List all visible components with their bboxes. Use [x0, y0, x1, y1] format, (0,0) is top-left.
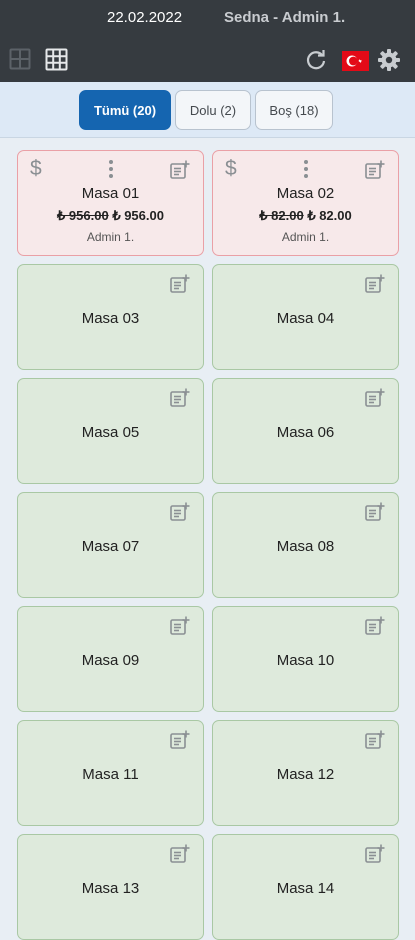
- table-name: Masa 05: [81, 424, 140, 441]
- table-amount: ₺ 82.00 ₺ 82.00: [213, 208, 398, 224]
- filter-occupied-button[interactable]: Dolu (2): [175, 90, 251, 130]
- table-card[interactable]: Masa 01 $ ₺ 956.00 ₺ 956.00 Admin 1.: [17, 150, 204, 256]
- filter-bar: Tümü (20) Dolu (2) Boş (18): [0, 82, 415, 138]
- table-card[interactable]: Masa 07: [17, 492, 204, 598]
- table-card[interactable]: Masa 04: [212, 264, 399, 370]
- add-note-icon[interactable]: [170, 730, 190, 750]
- table-name: Masa 07: [81, 538, 140, 555]
- table-card[interactable]: Masa 10: [212, 606, 399, 712]
- gear-icon[interactable]: [377, 48, 401, 72]
- table-name: Masa 11: [82, 766, 139, 783]
- filter-empty-button[interactable]: Boş (18): [255, 90, 333, 130]
- add-note-icon[interactable]: [170, 616, 190, 636]
- table-name: Masa 14: [276, 880, 335, 897]
- dollar-icon[interactable]: $: [225, 157, 237, 181]
- add-note-icon[interactable]: [170, 844, 190, 864]
- table-name: Masa 08: [276, 538, 335, 555]
- table-card[interactable]: Masa 06: [212, 378, 399, 484]
- add-note-icon[interactable]: [170, 274, 190, 294]
- original-amount: ₺ 956.00: [57, 208, 109, 223]
- add-note-icon[interactable]: [170, 388, 190, 408]
- table-name: Masa 06: [276, 424, 335, 441]
- waiter-name: Admin 1.: [281, 230, 330, 244]
- table-card[interactable]: Masa 12: [212, 720, 399, 826]
- table-name: Masa 10: [276, 652, 335, 669]
- more-options-icon[interactable]: [102, 159, 120, 179]
- table-card[interactable]: Masa 05: [17, 378, 204, 484]
- grid-3x3-icon[interactable]: [45, 48, 68, 71]
- table-card[interactable]: Masa 13: [17, 834, 204, 940]
- table-card[interactable]: Masa 11: [17, 720, 204, 826]
- table-card[interactable]: Masa 02 $ ₺ 82.00 ₺ 82.00 Admin 1.: [212, 150, 399, 256]
- add-note-icon[interactable]: [365, 730, 385, 750]
- table-card[interactable]: Masa 08: [212, 492, 399, 598]
- table-amount: ₺ 956.00 ₺ 956.00: [18, 208, 203, 224]
- dollar-icon[interactable]: $: [30, 157, 42, 181]
- current-amount: ₺ 956.00: [112, 208, 164, 223]
- table-name: Masa 01: [81, 185, 140, 202]
- table-name: Masa 02: [276, 185, 335, 202]
- user-label: Sedna - Admin 1.: [224, 9, 346, 26]
- current-amount: ₺ 82.00: [307, 208, 352, 223]
- add-note-icon[interactable]: [365, 844, 385, 864]
- add-note-icon[interactable]: [170, 160, 190, 180]
- add-note-icon[interactable]: [365, 160, 385, 180]
- waiter-name: Admin 1.: [86, 230, 135, 244]
- add-note-icon[interactable]: [170, 502, 190, 522]
- table-name: Masa 04: [276, 310, 335, 327]
- original-amount: ₺ 82.00: [259, 208, 304, 223]
- date-label: 22.02.2022: [107, 9, 183, 26]
- table-name: Masa 13: [81, 880, 140, 897]
- table-name: Masa 12: [276, 766, 335, 783]
- table-name: Masa 09: [81, 652, 140, 669]
- more-options-icon[interactable]: [297, 159, 315, 179]
- add-note-icon[interactable]: [365, 502, 385, 522]
- table-card[interactable]: Masa 03: [17, 264, 204, 370]
- table-name: Masa 03: [81, 310, 140, 327]
- filter-all-button[interactable]: Tümü (20): [79, 90, 171, 130]
- add-note-icon[interactable]: [365, 616, 385, 636]
- refresh-icon[interactable]: [305, 49, 327, 71]
- add-note-icon[interactable]: [365, 388, 385, 408]
- table-card[interactable]: Masa 09: [17, 606, 204, 712]
- grid-2x2-icon[interactable]: [9, 48, 31, 70]
- turkey-flag-icon[interactable]: [342, 51, 369, 71]
- table-card[interactable]: Masa 14: [212, 834, 399, 940]
- add-note-icon[interactable]: [365, 274, 385, 294]
- top-bar: 22.02.2022 Sedna - Admin 1.: [0, 0, 415, 82]
